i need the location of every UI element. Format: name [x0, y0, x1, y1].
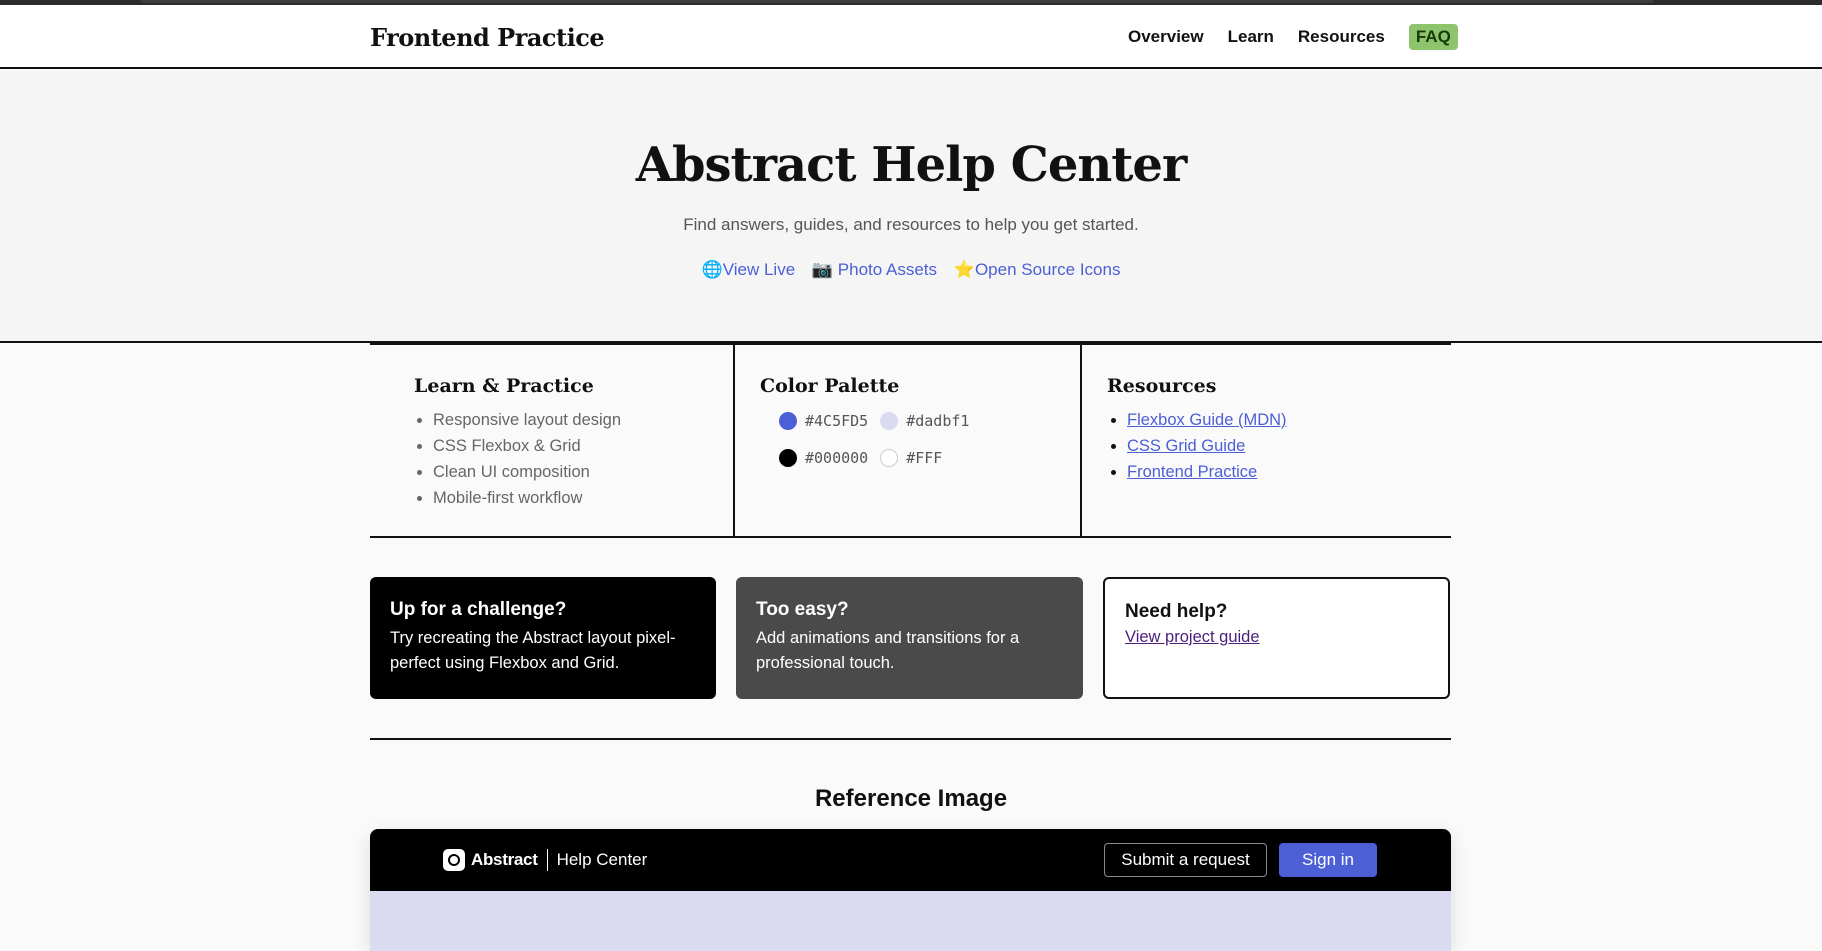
- photo-assets-label: Photo Assets: [837, 260, 938, 279]
- abstract-logo-icon: [443, 849, 465, 871]
- reference-brand-sub: Help Center: [556, 850, 648, 869]
- project-guide-link[interactable]: View project guide: [1125, 628, 1260, 646]
- too-easy-card: Too easy? Add animations and transitions…: [736, 577, 1083, 699]
- main-nav: Overview Learn Resources FAQ: [1128, 22, 1458, 52]
- swatch-hex: #000000: [805, 449, 869, 467]
- too-easy-card-text: Add animations and transitions for a pro…: [756, 629, 1020, 672]
- hero-links: 🌐View Live 📷 Photo Assets ⭐Open Source I…: [0, 260, 1822, 280]
- site-logo[interactable]: Frontend Practice: [370, 23, 605, 52]
- swatch-hex: #FFF: [906, 449, 943, 467]
- list-item: Responsive layout design: [433, 409, 621, 435]
- sign-in-button: Sign in: [1279, 843, 1377, 877]
- need-help-card: Need help? View project guide: [1103, 577, 1450, 699]
- swatch-hex: #dadbf1: [906, 412, 970, 430]
- star-icon: ⭐: [953, 260, 975, 279]
- color-dot: [779, 412, 797, 430]
- resources-panel: Resources Flexbox Guide (MDN) CSS Grid G…: [1082, 345, 1451, 536]
- challenge-card-title: Up for a challenge?: [390, 599, 567, 620]
- resources-list: Flexbox Guide (MDN) CSS Grid Guide Front…: [1127, 409, 1287, 487]
- info-grid: Learn & Practice Responsive layout desig…: [370, 343, 1451, 538]
- photo-assets-link[interactable]: 📷 Photo Assets: [812, 260, 937, 279]
- color-dot: [779, 449, 797, 467]
- cards-row: Up for a challenge? Try recreating the A…: [370, 577, 1451, 699]
- open-source-icons-label: Open Source Icons: [974, 260, 1121, 279]
- flexbox-guide-link[interactable]: Flexbox Guide (MDN): [1127, 411, 1287, 429]
- learn-practice-panel: Learn & Practice Responsive layout desig…: [370, 345, 735, 536]
- color-dot: [880, 412, 899, 430]
- swatch: #FFF: [880, 449, 942, 467]
- learn-practice-title: Learn & Practice: [414, 375, 594, 397]
- color-palette-panel: Color Palette #4C5FD5 #dadbf1 #000000 #F…: [735, 345, 1082, 536]
- challenge-card: Up for a challenge? Try recreating the A…: [370, 577, 716, 699]
- site-header: Frontend Practice Overview Learn Resourc…: [0, 5, 1822, 69]
- open-source-icons-link[interactable]: ⭐Open Source Icons: [954, 260, 1121, 279]
- too-easy-card-title: Too easy?: [756, 599, 849, 620]
- browser-tab-edge: [140, 0, 1654, 3]
- reference-image: Abstract Help Center Submit a request Si…: [370, 829, 1451, 951]
- hero-section: Abstract Help Center Find answers, guide…: [0, 71, 1822, 343]
- color-palette-title: Color Palette: [760, 375, 900, 397]
- list-item: Flexbox Guide (MDN): [1127, 409, 1287, 435]
- swatch: #4C5FD5: [779, 412, 868, 430]
- view-live-label: View Live: [722, 260, 796, 279]
- reference-brand-name: Abstract: [471, 850, 538, 869]
- reference-header-bar: Abstract Help Center Submit a request Si…: [370, 829, 1451, 891]
- view-live-link[interactable]: 🌐View Live: [702, 260, 796, 279]
- nav-overview[interactable]: Overview: [1128, 27, 1204, 47]
- css-grid-guide-link[interactable]: CSS Grid Guide: [1127, 437, 1245, 455]
- frontend-practice-link[interactable]: Frontend Practice: [1127, 463, 1257, 481]
- swatch: #dadbf1: [880, 412, 969, 430]
- page-title: Abstract Help Center: [635, 137, 1188, 193]
- reference-image-title: Reference Image: [814, 785, 1008, 812]
- swatch-grid: #4C5FD5 #dadbf1 #000000 #FFF: [779, 409, 981, 483]
- nav-learn[interactable]: Learn: [1228, 27, 1274, 47]
- swatch-hex: #4C5FD5: [805, 412, 869, 430]
- brand-separator: [546, 849, 548, 871]
- reference-hero-band: [370, 891, 1451, 951]
- swatch: #000000: [779, 449, 868, 467]
- nav-faq[interactable]: FAQ: [1408, 24, 1458, 50]
- section-divider: [370, 738, 1451, 740]
- nav-resources[interactable]: Resources: [1298, 27, 1385, 47]
- challenge-card-text: Try recreating the Abstract layout pixel…: [390, 629, 676, 672]
- learn-list: Responsive layout design CSS Flexbox & G…: [433, 409, 621, 513]
- reference-brand: Abstract Help Center: [443, 849, 647, 871]
- list-item: CSS Grid Guide: [1127, 435, 1287, 461]
- camera-icon: 📷: [811, 260, 834, 279]
- hero-subtitle: Find answers, guides, and resources to h…: [683, 215, 1139, 234]
- list-item: Mobile-first workflow: [433, 487, 621, 513]
- list-item: CSS Flexbox & Grid: [433, 435, 621, 461]
- list-item: Clean UI composition: [433, 461, 621, 487]
- color-dot: [880, 449, 899, 467]
- list-item: Frontend Practice: [1127, 461, 1287, 487]
- need-help-card-title: Need help?: [1125, 601, 1228, 622]
- submit-request-button: Submit a request: [1104, 843, 1267, 877]
- resources-title: Resources: [1107, 375, 1217, 397]
- globe-icon: 🌐: [701, 260, 723, 279]
